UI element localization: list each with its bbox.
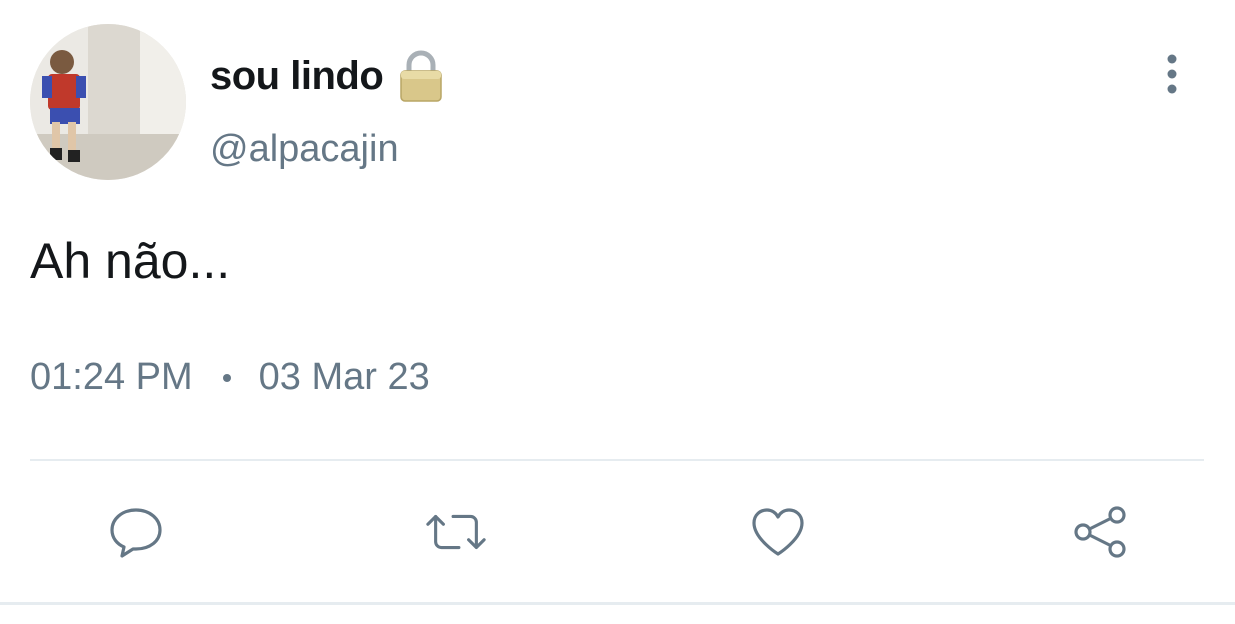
share-button[interactable] [1068, 500, 1132, 564]
reply-button[interactable] [104, 500, 168, 564]
lock-icon [397, 49, 445, 103]
reply-icon [110, 508, 162, 558]
more-options-button[interactable] [1150, 52, 1194, 96]
bottom-divider [0, 602, 1235, 605]
tweet-meta: 01:24 PM 03 Mar 23 [30, 356, 430, 399]
divider [30, 459, 1204, 461]
tweet-time: 01:24 PM [30, 356, 193, 398]
like-button[interactable] [746, 500, 810, 564]
avatar-photo [30, 24, 186, 180]
more-vertical-icon [1167, 54, 1177, 94]
retweet-icon [426, 514, 486, 550]
heart-icon [752, 508, 804, 556]
display-name[interactable]: sou lindo [210, 54, 384, 99]
retweet-button[interactable] [424, 500, 488, 564]
tweet-card: sou lindo @alpacajin Ah não... 01:24 PM … [0, 0, 1235, 624]
display-name-row: sou lindo [210, 48, 445, 104]
tweet-text: Ah não... [30, 233, 231, 289]
tweet-date: 03 Mar 23 [258, 356, 430, 398]
avatar[interactable] [30, 24, 186, 180]
separator-dot [222, 373, 231, 382]
share-icon [1074, 506, 1126, 558]
user-handle[interactable]: @alpacajin [210, 128, 399, 171]
